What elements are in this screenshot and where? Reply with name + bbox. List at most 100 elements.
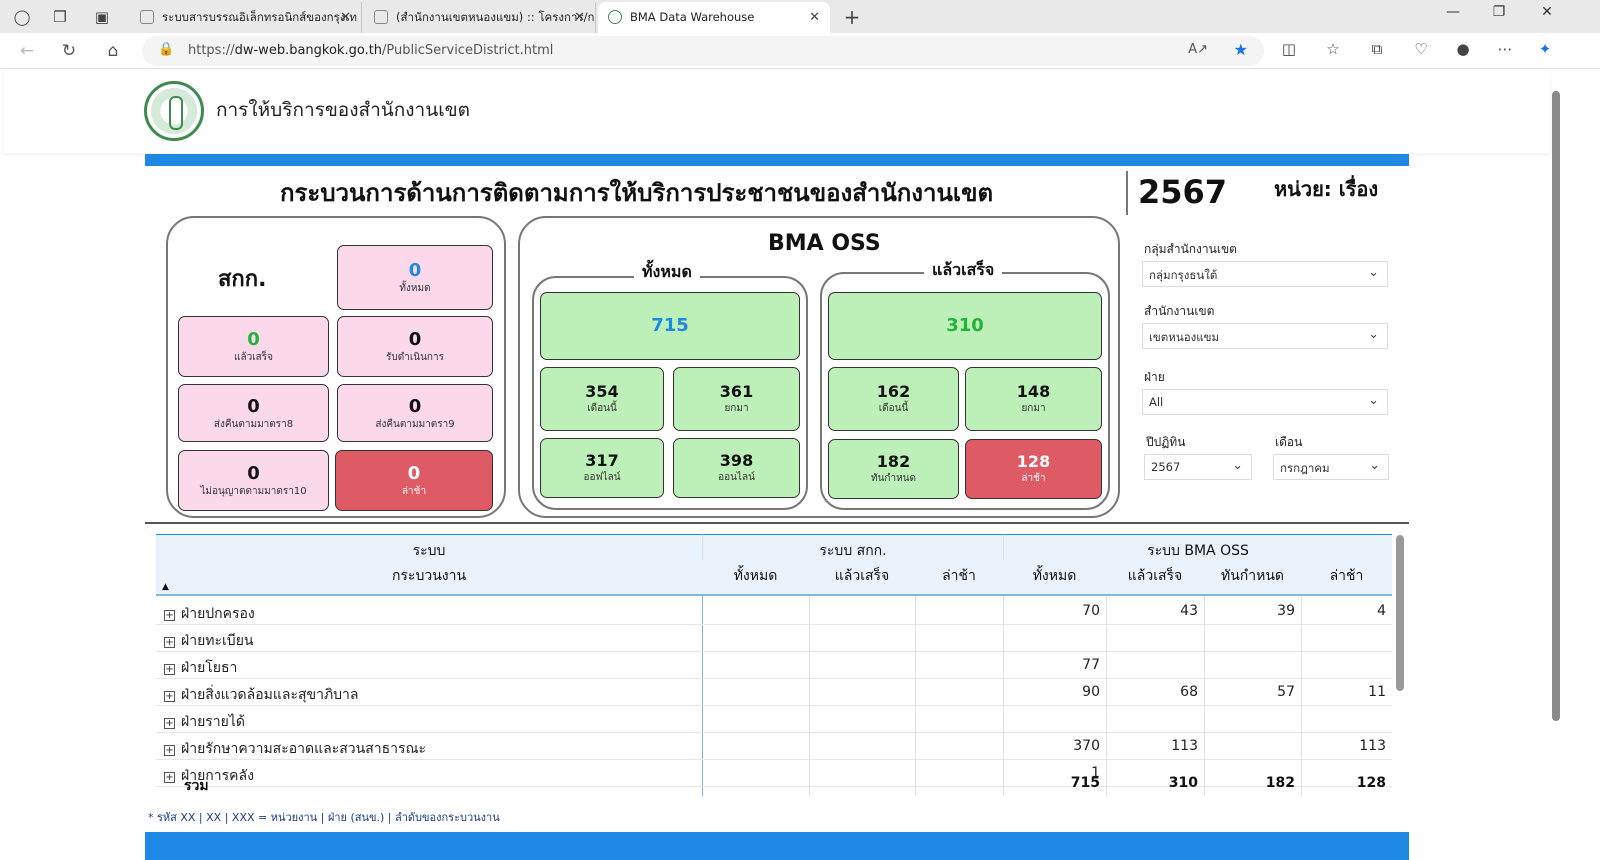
header-oss-group: ระบบ BMA OSS	[1003, 534, 1392, 560]
favorites-icon[interactable]: ☆	[1320, 40, 1346, 58]
bottom-accent-bar	[145, 832, 1409, 860]
skk-return9-card[interactable]: 0 ส่งคืนตามมาตรา9	[337, 384, 493, 442]
home-icon[interactable]: ⌂	[100, 39, 126, 63]
table-row[interactable]: + ฝ่ายรักษาความสะอาดและสวนสาธารณะ	[156, 733, 702, 760]
oss-done-late-card[interactable]: 128 ล่าช้า	[965, 439, 1102, 499]
restore-icon[interactable]: ❐	[1484, 4, 1514, 20]
row-process-name: ฝ่ายสิ่งแวดล้อมและสุขาภิบาล	[181, 687, 359, 703]
oss-done-total-card[interactable]: 310	[828, 292, 1102, 360]
expand-row-icon[interactable]: +	[164, 664, 175, 675]
tab-actions-icon[interactable]: ▣	[90, 6, 114, 28]
workspaces-icon[interactable]: ❐	[48, 6, 72, 28]
copilot-icon[interactable]: ✦	[1532, 40, 1558, 58]
oss-done-carried-card[interactable]: 148 ยกมา	[965, 367, 1102, 431]
oss-all-label: ทั้งหมด	[634, 260, 700, 285]
expand-row-icon[interactable]: +	[164, 610, 175, 621]
skk-title: สกก.	[218, 267, 267, 292]
tab-nongkhaem[interactable]: (สำนักงานเขตหนองแขม) :: โครงการ/ก ✕	[364, 2, 596, 33]
sort-ascending-icon[interactable]: ▲	[162, 582, 169, 592]
row-process-name: ฝ่ายปกครอง	[181, 606, 255, 622]
skk-late-card[interactable]: 0 ล่าช้า	[335, 450, 493, 511]
header-oss-done[interactable]: แล้วเสร็จ	[1106, 560, 1204, 596]
table-cell: 77	[1003, 652, 1106, 679]
more-icon[interactable]: ⋯	[1492, 40, 1518, 58]
expand-row-icon[interactable]: +	[164, 691, 175, 702]
oss-done-ontime-card[interactable]: 182 ทันกำหนด	[828, 439, 959, 499]
close-tab-icon[interactable]: ✕	[340, 2, 351, 33]
header-process[interactable]: กระบวนงาน ▲	[156, 560, 702, 596]
oss-title: BMA OSS	[768, 231, 881, 256]
report-unit: หน่วย: เรื่อง	[1274, 177, 1379, 201]
table-cell	[1106, 706, 1204, 733]
table-cell	[702, 598, 809, 625]
expand-row-icon[interactable]: +	[164, 718, 175, 729]
table-row[interactable]: + ฝ่ายปกครอง	[156, 598, 702, 625]
table-cell	[915, 625, 1003, 652]
table-row[interactable]: + ฝ่ายทะเบียน	[156, 625, 702, 652]
year-filter-select[interactable]: 2567 ⌄	[1144, 454, 1252, 480]
oss-all-thismonth-card[interactable]: 354 เดือนนี้	[540, 367, 664, 431]
total-row-label: รวม	[184, 778, 209, 794]
url-field[interactable]: 🔒 https://dw-web.bangkok.go.th/PublicSer…	[142, 36, 1264, 66]
top-accent-bar	[145, 154, 1409, 166]
header-oss-total[interactable]: ทั้งหมด	[1003, 560, 1106, 596]
expand-row-icon[interactable]: +	[164, 637, 175, 648]
skk-done-card[interactable]: 0 แล้วเสร็จ	[178, 316, 329, 377]
table-cell	[915, 652, 1003, 679]
header-skk-done[interactable]: แล้วเสร็จ	[809, 560, 915, 596]
oss-all-total-card[interactable]: 715	[540, 292, 800, 360]
dept-filter-select[interactable]: All ⌄	[1142, 389, 1388, 415]
table-scrollbar[interactable]	[1396, 535, 1404, 691]
group-filter-select[interactable]: กลุ่มกรุงธนใต้ ⌄	[1142, 261, 1388, 287]
expand-row-icon[interactable]: +	[164, 772, 175, 783]
favorite-star-icon[interactable]: ★	[1234, 40, 1248, 59]
close-tab-icon[interactable]: ✕	[574, 2, 585, 33]
edge-icon[interactable]: ●	[1450, 40, 1476, 58]
month-filter-select[interactable]: กรกฎาคม ⌄	[1273, 454, 1389, 480]
header-skk-late[interactable]: ล่าช้า	[915, 560, 1003, 596]
browser-essentials-icon[interactable]: ♡	[1408, 40, 1434, 58]
table-row[interactable]: + ฝ่ายโยธา	[156, 652, 702, 679]
header-oss-ontime[interactable]: ทันกำหนด	[1204, 560, 1301, 596]
row-process-name: ฝ่ายทะเบียน	[181, 633, 254, 649]
back-icon[interactable]: ←	[14, 39, 40, 63]
tab-bma-data-warehouse[interactable]: BMA Data Warehouse ✕	[598, 2, 830, 33]
skk-notallowed10-card[interactable]: 0 ไม่อนุญาตตามมาตรา10	[178, 450, 329, 511]
page-scrollbar[interactable]	[1552, 91, 1560, 721]
page-content: การให้บริการของสำนักงานเขต กระบวนการด้าน…	[0, 69, 1600, 860]
close-window-icon[interactable]: ✕	[1532, 4, 1562, 20]
table-cell: 39	[1204, 598, 1301, 625]
expand-row-icon[interactable]: +	[164, 745, 175, 756]
table-cell	[1301, 625, 1392, 652]
oss-all-online-card[interactable]: 398 ออนไลน์	[673, 438, 800, 498]
table-row[interactable]: + ฝ่ายรายได้	[156, 706, 702, 733]
table-cell	[809, 625, 915, 652]
read-aloud-icon[interactable]: A↗	[1188, 42, 1208, 57]
district-filter-select[interactable]: เขตหนองแขม ⌄	[1142, 323, 1388, 349]
refresh-icon[interactable]: ↻	[56, 39, 82, 63]
header-oss-late[interactable]: ล่าช้า	[1301, 560, 1392, 596]
total-oss-ontime: 182	[1265, 775, 1295, 791]
profile-icon[interactable]: ◯	[10, 6, 34, 28]
table-row[interactable]: + ฝ่ายสิ่งแวดล้อมและสุขาภิบาล	[156, 679, 702, 706]
close-tab-icon[interactable]: ✕	[809, 2, 820, 33]
oss-all-offline-card[interactable]: 317 ออฟไลน์	[540, 438, 664, 498]
collections-icon[interactable]: ⧉	[1364, 40, 1390, 58]
tab-saraban[interactable]: ระบบสารบรรณอิเล็กทรอนิกส์ของกรุงเท ✕	[130, 2, 362, 33]
split-screen-icon[interactable]: ◫	[1276, 40, 1302, 58]
oss-all-carried-card[interactable]: 361 ยกมา	[673, 367, 800, 431]
district-filter-label: สำนักงานเขต	[1144, 304, 1215, 318]
table-cell	[1003, 706, 1106, 733]
minimize-icon[interactable]: —	[1438, 4, 1468, 20]
table-cell	[702, 652, 809, 679]
oss-done-thismonth-card[interactable]: 162 เดือนนี้	[828, 367, 959, 431]
header-skk-total[interactable]: ทั้งหมด	[702, 560, 809, 596]
skk-accepted-card[interactable]: 0 รับดำเนินการ	[337, 316, 493, 377]
skk-return8-card[interactable]: 0 ส่งคืนตามมาตรา8	[178, 384, 329, 442]
table-cell	[1204, 652, 1301, 679]
skk-total-card[interactable]: 0 ทั้งหมด	[337, 245, 493, 310]
new-tab-icon[interactable]: +	[840, 6, 864, 28]
table-cell	[809, 733, 915, 760]
table-row[interactable]: + ฝ่ายการคลัง	[156, 760, 702, 787]
group-filter-label: กลุ่มสำนักงานเขต	[1144, 242, 1237, 256]
